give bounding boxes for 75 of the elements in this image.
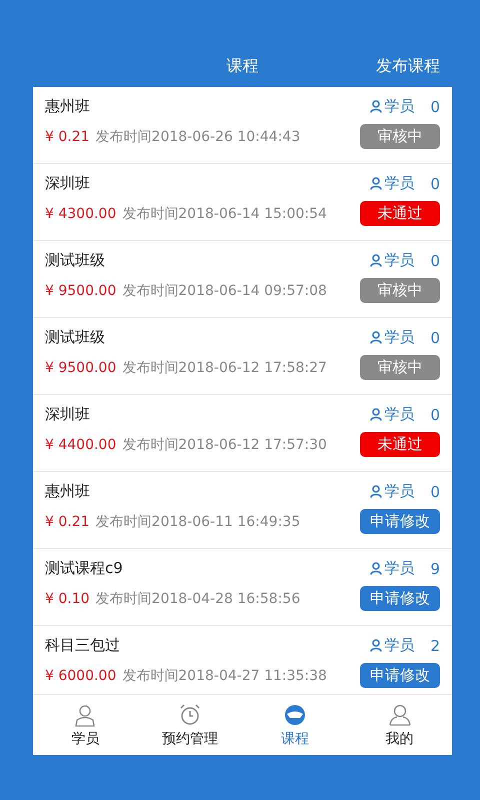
person-icon <box>370 254 382 267</box>
course-row[interactable]: 深圳班 学员 0 ¥ 4400.00 发布时间2018-06-12 17:57:30 未通过 <box>33 395 452 472</box>
publish-course-link[interactable]: 发布课程 <box>376 56 440 76</box>
course-name: 科目三包过 <box>45 636 120 655</box>
nav-tab[interactable]: 预约管理 <box>138 695 242 755</box>
course-price: ¥ 6000.00 <box>45 668 116 684</box>
nav-tab[interactable]: 课程 <box>242 695 348 755</box>
course-name: 深圳班 <box>45 405 90 424</box>
person-icon <box>370 408 382 421</box>
course-price: ¥ 0.21 <box>45 128 90 144</box>
student-count: 0 <box>430 252 440 270</box>
students-label: 学员 <box>384 251 414 270</box>
user-icon <box>388 702 412 726</box>
publish-time: 发布时间2018-06-14 09:57:08 <box>122 282 327 300</box>
student-count: 0 <box>430 482 440 500</box>
students-label: 学员 <box>384 636 414 655</box>
status-button[interactable]: 申请修改 <box>360 586 440 611</box>
tab-label: 我的 <box>386 730 414 748</box>
publish-time: 发布时间2018-06-12 17:57:30 <box>122 436 327 454</box>
course-row[interactable]: 测试课程c9 学员 9 ¥ 0.10 发布时间2018-04-28 16:58:56 申请修改 <box>33 549 452 626</box>
course-row[interactable]: 惠州班 学员 0 ¥ 0.21 发布时间2018-06-26 10:44:43 审核中 <box>33 87 452 164</box>
tab-label: 学员 <box>71 730 100 748</box>
person-icon <box>370 485 382 498</box>
person-icon <box>370 177 382 190</box>
status-button[interactable]: 未通过 <box>360 432 440 457</box>
publish-time: 发布时间2018-06-12 17:58:27 <box>122 358 327 376</box>
students-label: 学员 <box>384 328 414 347</box>
student-count: 0 <box>430 98 440 116</box>
student-count: 0 <box>430 406 440 424</box>
publish-time: 发布时间2018-04-28 16:58:56 <box>96 590 300 608</box>
course-price: ¥ 9500.00 <box>45 282 116 298</box>
course-row[interactable]: 测试班级 学员 0 ¥ 9500.00 发布时间2018-06-14 09:57:08 审核中 <box>33 241 452 318</box>
course-price: ¥ 4300.00 <box>45 206 116 222</box>
course-name: 惠州班 <box>45 97 90 116</box>
person-icon <box>370 562 382 575</box>
nav-tab[interactable]: 我的 <box>347 695 452 755</box>
person-icon <box>73 702 98 726</box>
course-price: ¥ 0.21 <box>45 514 90 530</box>
course-name: 测试班级 <box>45 328 105 347</box>
student-count: 9 <box>430 560 440 578</box>
person-icon <box>370 331 382 344</box>
course-name: 测试课程c9 <box>45 559 123 578</box>
student-count: 0 <box>430 174 440 192</box>
alarm-clock-icon <box>178 702 202 726</box>
course-price: ¥ 0.10 <box>45 590 90 606</box>
students-label: 学员 <box>384 559 414 578</box>
course-row[interactable]: 科目三包过 学员 2 ¥ 6000.00 发布时间2018-04-27 11:35:38 申请修改 <box>33 626 452 694</box>
course-row[interactable]: 测试班级 学员 0 ¥ 9500.00 发布时间2018-06-12 17:58:27 审核中 <box>33 318 452 395</box>
publish-time: 发布时间2018-06-26 10:44:43 <box>96 128 300 146</box>
course-price: ¥ 9500.00 <box>45 360 116 376</box>
tab-label: 预约管理 <box>162 730 218 748</box>
publish-time: 发布时间2018-06-14 15:00:54 <box>122 204 327 222</box>
person-icon <box>370 100 382 113</box>
student-count: 0 <box>430 328 440 346</box>
status-button[interactable]: 申请修改 <box>360 663 440 688</box>
person-icon <box>370 639 382 652</box>
publish-time: 发布时间2018-06-11 16:49:35 <box>96 512 300 530</box>
course-name: 深圳班 <box>45 174 90 193</box>
students-label: 学员 <box>384 97 414 116</box>
publish-time: 发布时间2018-04-27 11:35:38 <box>122 666 327 684</box>
status-button[interactable]: 未通过 <box>360 201 440 226</box>
student-count: 2 <box>430 636 440 654</box>
students-label: 学员 <box>384 482 414 501</box>
students-label: 学员 <box>384 405 414 424</box>
tab-label: 课程 <box>280 730 309 748</box>
students-label: 学员 <box>384 174 414 193</box>
course-row[interactable]: 惠州班 学员 0 ¥ 0.21 发布时间2018-06-11 16:49:35 申请修改 <box>33 472 452 549</box>
course-name: 测试班级 <box>45 251 105 270</box>
steering-wheel-icon <box>282 702 307 726</box>
status-button[interactable]: 申请修改 <box>360 509 440 534</box>
course-row[interactable]: 深圳班 学员 0 ¥ 4300.00 发布时间2018-06-14 15:00:54 未通过 <box>33 164 452 241</box>
nav-tab[interactable]: 学员 <box>33 695 138 755</box>
page-title: 课程 <box>226 56 258 76</box>
course-name: 惠州班 <box>45 482 90 501</box>
course-price: ¥ 4400.00 <box>45 436 116 452</box>
